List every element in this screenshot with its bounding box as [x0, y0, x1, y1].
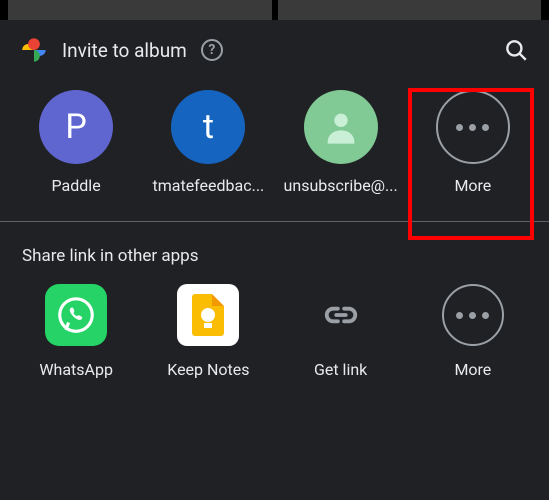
app-label: Keep Notes [167, 360, 249, 379]
app-label: WhatsApp [39, 360, 113, 379]
contacts-row: P Paddle t tmatefeedbac... unsubscribe@.… [0, 82, 549, 221]
more-icon [442, 284, 504, 346]
help-icon[interactable]: ? [201, 39, 223, 61]
ellipsis-icon [456, 124, 489, 131]
person-icon [321, 107, 361, 147]
thumbnail [278, 0, 542, 20]
ellipsis-icon [456, 312, 489, 319]
google-photos-icon [20, 36, 48, 64]
whatsapp-icon [45, 284, 107, 346]
app-label: Get link [314, 360, 367, 379]
keep-notes-icon [177, 284, 239, 346]
thumbnail-strip [0, 0, 549, 20]
thumbnail [8, 0, 272, 20]
avatar: P [39, 90, 113, 164]
contact-more[interactable]: More [413, 90, 533, 195]
contact-unsubscribe[interactable]: unsubscribe@... [281, 90, 401, 195]
contact-label: Paddle [52, 176, 101, 195]
avatar: t [171, 90, 245, 164]
avatar-letter: t [203, 107, 214, 147]
contact-tmatefeedback[interactable]: t tmatefeedbac... [148, 90, 268, 195]
contact-label: unsubscribe@... [284, 176, 398, 195]
apps-row: WhatsApp Keep Notes Get link More [0, 284, 549, 399]
contact-label: More [454, 176, 491, 195]
app-more[interactable]: More [413, 284, 533, 379]
page-title: Invite to album [62, 39, 187, 62]
app-whatsapp[interactable]: WhatsApp [16, 284, 136, 379]
contact-label: tmatefeedbac... [152, 176, 264, 195]
avatar [304, 90, 378, 164]
contact-paddle[interactable]: P Paddle [16, 90, 136, 195]
link-icon [310, 284, 372, 346]
avatar-letter: P [65, 107, 86, 147]
section-title: Share link in other apps [0, 222, 549, 284]
more-icon [436, 90, 510, 164]
app-keep-notes[interactable]: Keep Notes [148, 284, 268, 379]
share-header: Invite to album ? [0, 20, 549, 82]
search-icon[interactable] [503, 37, 529, 63]
app-get-link[interactable]: Get link [281, 284, 401, 379]
app-label: More [454, 360, 491, 379]
